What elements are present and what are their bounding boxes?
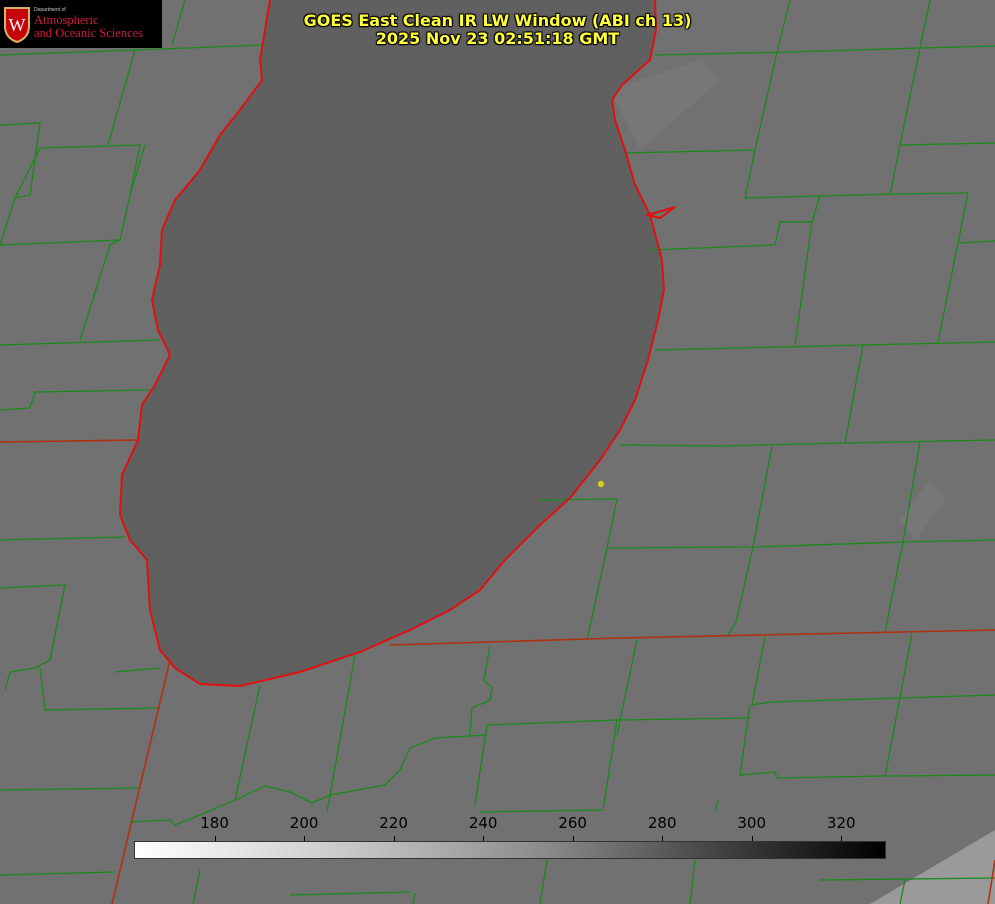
colorbar-tick-label: 220 (379, 814, 408, 832)
colorbar-tick-label: 260 (558, 814, 587, 832)
colorbar-tick-label: 180 (200, 814, 229, 832)
svg-text:W: W (9, 15, 26, 35)
colorbar-tick-label: 240 (468, 814, 498, 832)
image-title: GOES East Clean IR LW Window (ABI ch 13)… (240, 12, 755, 48)
colorbar-tick-mark (662, 836, 664, 841)
city-marker-dot (597, 480, 605, 488)
colorbar-tick-mark (483, 836, 485, 841)
logo-text: Department of Atmospheric and Oceanic Sc… (34, 7, 143, 40)
colorbar-tick-mark (214, 836, 216, 841)
colorbar-tick-label: 280 (647, 814, 677, 832)
crest-icon: W (4, 7, 30, 44)
title-product: GOES East Clean IR LW Window (ABI ch 13) (303, 11, 692, 30)
colorbar-tick-label: 200 (289, 814, 319, 832)
satellite-map (0, 0, 995, 904)
satellite-image-view: W Department of Atmospheric and Oceanic … (0, 0, 995, 904)
logo-line-2: and Oceanic Sciences (34, 25, 143, 40)
colorbar-tick-mark (393, 836, 395, 841)
colorbar-gradient (134, 841, 886, 859)
title-timestamp: 2025 Nov 23 02:51:18 GMT (375, 29, 620, 48)
colorbar-tick-mark (304, 836, 306, 841)
colorbar-tick-label: 300 (737, 814, 767, 832)
colorbar-tick-label: 320 (826, 814, 856, 832)
colorbar-tick-mark (841, 836, 843, 841)
colorbar-tick-mark (572, 836, 574, 841)
logo-line-1: Atmospheric (34, 12, 99, 27)
colorbar-tick-mark (751, 836, 753, 841)
university-logo: W Department of Atmospheric and Oceanic … (0, 0, 162, 48)
